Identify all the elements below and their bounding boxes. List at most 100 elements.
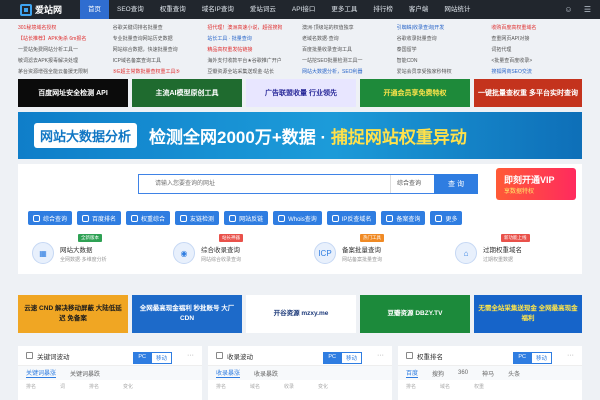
tool-button[interactable]: 更多 [430, 211, 463, 225]
main-banner[interactable]: 网站大数据分析 检测全网2000万+数据 · 捕捉网站权重异动 [18, 112, 582, 159]
search-input[interactable] [139, 175, 390, 193]
text-link[interactable]: ICP域名备案查询工具 [113, 56, 204, 66]
panel-tab[interactable]: 关键词暴涨 [26, 368, 57, 378]
panel-header: 权重排名 [398, 346, 582, 366]
feature-card[interactable]: ⌂ 过期权重域名 过期权重数据 新功能上线 [441, 232, 582, 274]
text-link[interactable]: 智能CDN [397, 56, 488, 66]
text-link[interactable]: 澳洲·顶级站的权值独享 [302, 23, 393, 33]
search-button[interactable]: 查 询 [434, 174, 478, 194]
feature-card[interactable]: ◉ 综合收录查询 网站综合收录查询 站长神器 [159, 232, 300, 274]
ad-banner[interactable]: 全网最高现金福利 秒批账号 大厂CDN [132, 295, 242, 333]
text-link[interactable]: 谷歌关键词排名批量查 [113, 23, 204, 33]
more-icon[interactable]: ··· [567, 352, 574, 359]
nav-item[interactable]: 更多工具 [323, 0, 365, 19]
mobile-toggle[interactable]: 移动 [530, 352, 552, 364]
text-link[interactable]: 海外支付收款平台★谷歌推广开户 [207, 56, 298, 66]
nav-item[interactable]: 首页 [80, 0, 109, 19]
text-link[interactable]: 敏词滤去APK报毒解决处理 [18, 56, 109, 66]
text-link[interactable]: 茅台资源增强全能云备援无限制 [18, 67, 109, 77]
text-link[interactable]: 泰国留学 [397, 45, 488, 55]
vip-ad-subtitle: 享数据特权 [504, 189, 535, 195]
text-link[interactable]: 站长工具 · 批量查询 [207, 34, 298, 44]
text-link[interactable]: 精品高权重发帖链接 [207, 45, 298, 55]
nav-item[interactable]: 权重查询 [152, 0, 194, 19]
logo-text: 爱站网 [35, 5, 63, 15]
panel-tab[interactable]: 头条 [508, 369, 520, 378]
text-link[interactable]: 一站挖SEO批量检测工具一 [302, 56, 393, 66]
tool-button[interactable]: Whois查询 [273, 211, 322, 225]
more-icon[interactable]: ··· [187, 352, 194, 359]
tool-button[interactable]: 友链检测 [175, 211, 220, 225]
text-link[interactable]: 查重网页API对接 [491, 34, 582, 44]
search-scope-select[interactable]: 综合查询 [390, 175, 434, 193]
nav-item[interactable]: 爱站词云 [242, 0, 284, 19]
text-link[interactable]: 引蜘蛛|收录查询|开发 [397, 23, 488, 33]
panel-tab[interactable]: 关键词暴跌 [70, 369, 100, 378]
panel-tab[interactable]: 收录暴涨 [216, 368, 241, 378]
text-link[interactable]: 谷歌收录批量查询 [397, 34, 488, 44]
tool-button[interactable]: 备案查询 [381, 211, 426, 225]
feature-card[interactable]: ICP 备案批量查询 网站备案批量查询 热门工具 [300, 232, 441, 274]
feature-card[interactable]: ▦ 网站大数据 全网数据·多维度分析 全新版本 [18, 232, 159, 274]
tool-label: Whois查询 [288, 216, 317, 223]
text-link[interactable]: 招代理！澳洲高速小说，超强搜狗 [207, 23, 298, 33]
nav-item[interactable]: API接口 [284, 0, 323, 19]
tool-button[interactable]: 综合查询 [28, 211, 73, 225]
tool-icon [131, 214, 139, 222]
panel-header: 收录波动 [208, 346, 392, 366]
panel-tab[interactable]: 搜狗 [432, 369, 444, 378]
feature-text: 过期权重域名 过期权重数据 [483, 244, 522, 263]
mobile-toggle[interactable]: 移动 [340, 352, 362, 364]
ad-banner[interactable]: 开通会员享免费特权 [360, 79, 470, 107]
ad-banner[interactable]: 云速 CND 解决移动屏蔽 大陆低延迟 免备案 [18, 295, 128, 333]
text-link[interactable]: ⑤E超主常数批量查权重工具⑤ [113, 67, 204, 77]
text-link[interactable]: 搜狐网商SEO交流 [491, 67, 582, 77]
ad-banner[interactable]: 开谷资源 mzxy.me [246, 295, 356, 333]
text-link[interactable]: 301秘境域名授权 [18, 23, 109, 33]
text-link[interactable]: 一爱站免费网站分析工具一 [18, 45, 109, 55]
panel-tab[interactable]: 百度 [406, 368, 419, 378]
banner-headline-text: 检测全网2000万+数据 · [149, 128, 331, 147]
tool-button[interactable]: 百度排名 [77, 211, 122, 225]
text-link[interactable]: 收购百度高权重域名 [491, 23, 582, 33]
panel-tab[interactable]: 收录暴跌 [254, 369, 278, 378]
tool-button[interactable]: 权重综合 [126, 211, 171, 225]
mobile-toggle[interactable]: 移动 [150, 352, 172, 364]
panel-title: 权重排名 [417, 353, 443, 361]
ad-banner[interactable]: 一键批量查权重 多平台实时查询 [474, 79, 582, 107]
text-link[interactable]: 爱站会员享受独家秒特权 [397, 67, 488, 77]
nav-item[interactable]: 网站统计 [436, 0, 478, 19]
panel-tab[interactable]: 360 [458, 370, 468, 376]
text-link[interactable]: 词拓代理 [491, 45, 582, 55]
text-link[interactable]: 专业批量查询网站历史数据 [113, 34, 204, 44]
user-icon[interactable]: ☺ [562, 3, 575, 16]
nav-item[interactable]: 客户端 [401, 0, 437, 19]
ad-banner[interactable]: 无需全站采集送现金 全网最高现金福利 [474, 295, 582, 333]
ad-banner[interactable]: 广告联盟收量 行业领先 [246, 79, 356, 107]
nav-item[interactable]: 排行榜 [365, 0, 401, 19]
ad-banner[interactable]: 豆瓣资源 DBZY.TV [360, 295, 470, 333]
ad-banner[interactable]: 主流AI模型原创工具 [132, 79, 242, 107]
pc-toggle[interactable]: PC [513, 352, 531, 364]
tool-label: 更多 [445, 216, 458, 223]
menu-icon[interactable]: ☰ [581, 3, 594, 16]
nav-item[interactable]: SEO查询 [109, 0, 152, 19]
panel-tabs: 收录暴涨 收录暴跌 [208, 366, 392, 380]
text-link[interactable]: 老域名数据·查询 [302, 34, 393, 44]
pc-toggle[interactable]: PC [323, 352, 341, 364]
vip-ad[interactable]: 即刻开通VIP 享数据特权 [496, 168, 576, 200]
ad-banner[interactable]: 百度网址安全检测 API [18, 79, 128, 107]
text-link[interactable]: <批量查百度收录> [491, 56, 582, 66]
text-link[interactable]: 【站长推荐】APK免杀 6m报名 [18, 34, 109, 44]
panel-tab[interactable]: 神马 [482, 369, 494, 378]
text-link[interactable]: 百度批量收录查询工具 [302, 45, 393, 55]
tool-button[interactable]: IP反查域名 [326, 211, 377, 225]
text-link[interactable]: 豆瓣资源全站采集送现金·站长 [207, 67, 298, 77]
tool-button[interactable]: 网站反链 [224, 211, 269, 225]
more-icon[interactable]: ··· [377, 352, 384, 359]
nav-item[interactable]: 域名IP查询 [194, 0, 242, 19]
site-logo[interactable]: 爱站网 [0, 0, 70, 19]
pc-toggle[interactable]: PC [133, 352, 151, 364]
text-link[interactable]: 网站大数据分析，SEO利器 [302, 67, 393, 77]
text-link[interactable]: 网站综合数据，快速批量查询 [113, 45, 204, 55]
